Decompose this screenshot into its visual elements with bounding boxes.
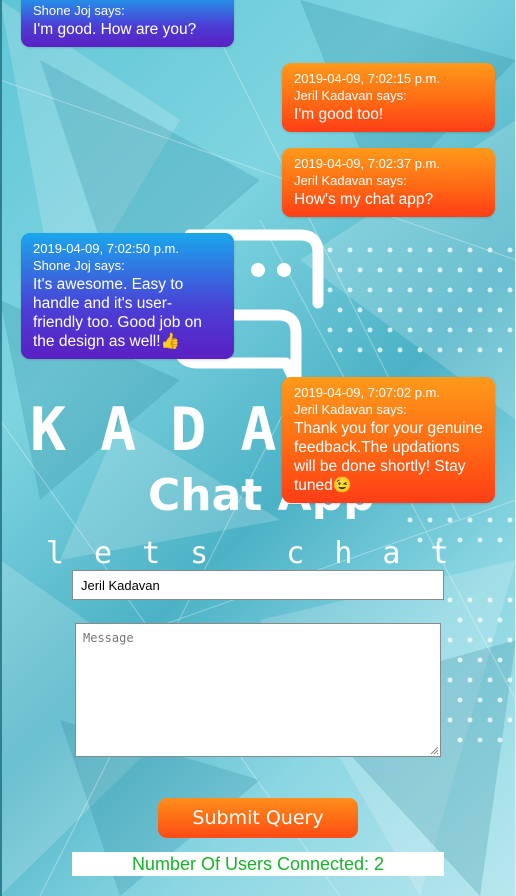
message-textarea[interactable]: [75, 623, 441, 757]
message-text: I'm good too!: [294, 106, 384, 123]
message-sender: Jeril Kadavan says:: [294, 402, 407, 417]
resize-grip-icon[interactable]: [429, 745, 439, 755]
submit-button[interactable]: Submit Query: [158, 798, 358, 838]
message-text: I'm good. How are you?: [33, 21, 197, 38]
message-text: How's my chat app?: [294, 191, 434, 208]
message-sender: Shone Joj says:: [33, 258, 125, 273]
users-connected-status: Number Of Users Connected: 2: [72, 852, 444, 876]
message-timestamp: 2019-04-09, 7:07:02 p.m.: [294, 385, 440, 400]
message-sender: Shone Joj says:: [33, 3, 125, 18]
message-timestamp: 2019-04-09, 7:02:37 p.m.: [294, 156, 440, 171]
message-text: It's awesome. Easy to handle and it's us…: [33, 276, 202, 350]
logo-tagline: lets chat: [46, 536, 479, 571]
message-sender: Jeril Kadavan says:: [294, 88, 407, 103]
message-timestamp: 2019-04-09, 7:02:50 p.m.: [33, 241, 179, 256]
chat-message: 2019-04-09, 7:07:02 p.m. Jeril Kadavan s…: [282, 377, 495, 503]
message-text: Thank you for your genuine feedback.The …: [294, 420, 483, 494]
chat-message: 2019-04-09, 7:02:15 p.m. Jeril Kadavan s…: [282, 63, 495, 132]
chat-message: 2019-04-09, 7:02:50 p.m. Shone Joj says:…: [21, 233, 234, 359]
message-sender: Jeril Kadavan says:: [294, 173, 407, 188]
message-timestamp: 2019-04-09, 7:02:15 p.m.: [294, 71, 440, 86]
name-input[interactable]: [72, 570, 444, 600]
chat-message: 2019-04-09, 7:02:37 p.m. Jeril Kadavan s…: [282, 148, 495, 217]
chat-message: Shone Joj says: I'm good. How are you?: [21, 0, 234, 47]
